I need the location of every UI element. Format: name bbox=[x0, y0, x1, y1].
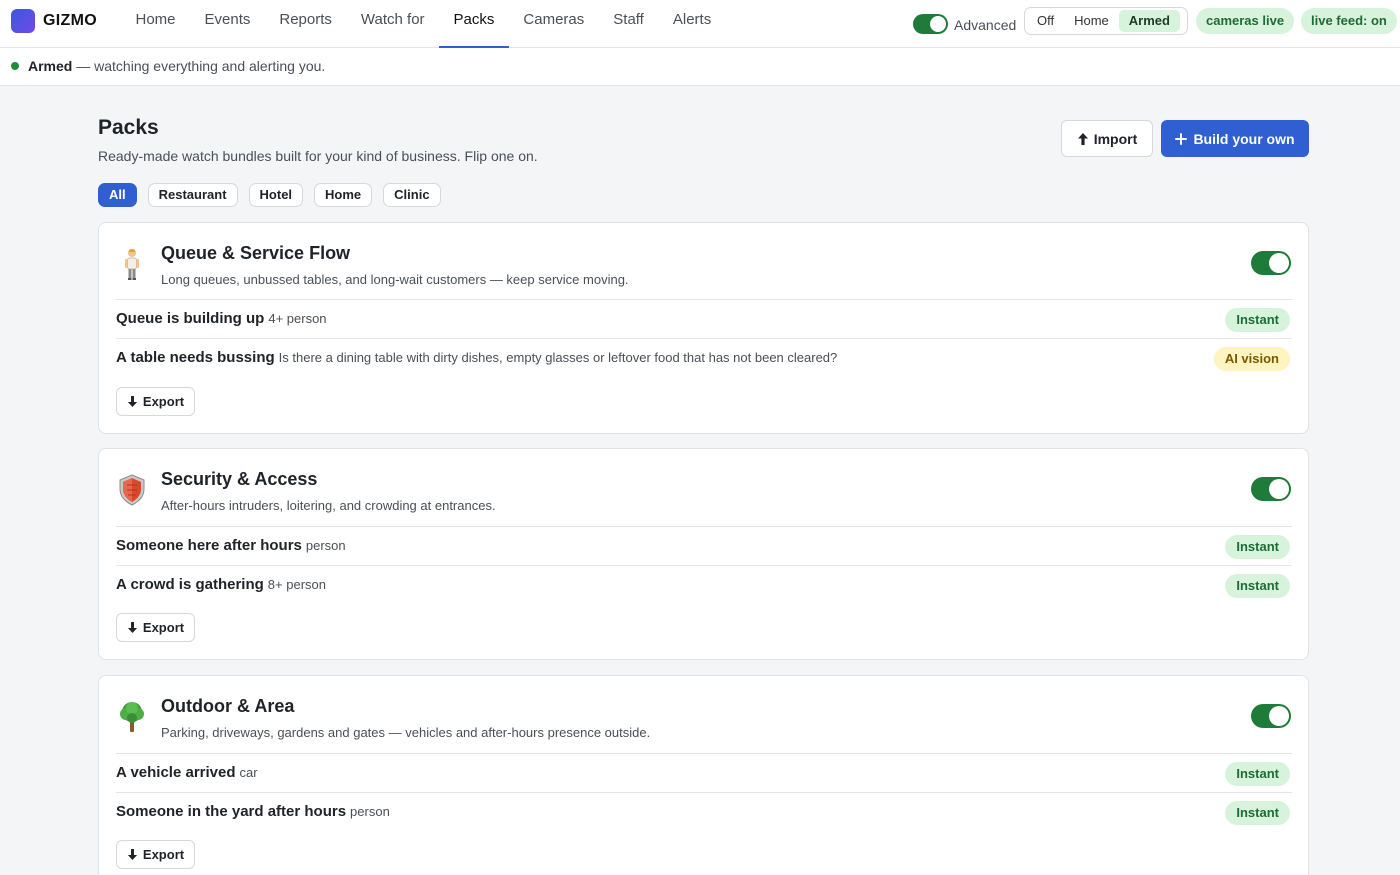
rule-name: A crowd is gathering 8+ person bbox=[116, 576, 326, 593]
tab-staff[interactable]: Staff bbox=[599, 0, 659, 48]
rule-title: A crowd is gathering bbox=[116, 576, 264, 593]
status-message: — watching everything and alerting you. bbox=[76, 58, 326, 74]
rule-badge: AI vision bbox=[1213, 347, 1290, 371]
status-state: Armed bbox=[28, 58, 73, 74]
pack-enabled-toggle[interactable] bbox=[1251, 251, 1291, 275]
rule-detail: car bbox=[239, 765, 258, 780]
rule-title: A table needs bussing bbox=[116, 349, 275, 366]
mode-home[interactable]: Home bbox=[1064, 10, 1119, 32]
page-title: Packs bbox=[98, 116, 159, 139]
mode-selector: Off Home Armed bbox=[1024, 7, 1188, 35]
toggle-knob bbox=[1269, 253, 1289, 273]
rule-detail: Is there a dining table with dirty dishe… bbox=[278, 350, 838, 365]
filter-restaurant[interactable]: Restaurant bbox=[147, 183, 238, 207]
rule-row[interactable]: Someone here after hours person Instant bbox=[116, 526, 1292, 565]
arrow-down-icon bbox=[127, 622, 137, 633]
advanced-toggle-group: Advanced bbox=[913, 14, 1016, 34]
pack-title: Security & Access bbox=[161, 469, 318, 489]
rule-title: Someone in the yard after hours bbox=[116, 803, 347, 820]
build-label: Build your own bbox=[1193, 130, 1295, 147]
rule-name: Someone here after hours person bbox=[116, 537, 346, 554]
rule-detail: 8+ person bbox=[267, 577, 326, 592]
pack-enabled-toggle[interactable] bbox=[1251, 477, 1291, 501]
arrow-down-icon bbox=[127, 396, 137, 407]
rule-badge: Instant bbox=[1225, 308, 1290, 332]
rule-name: A vehicle arrived car bbox=[116, 764, 258, 781]
tab-home[interactable]: Home bbox=[121, 0, 190, 48]
rule-badge: Instant bbox=[1225, 535, 1290, 559]
tab-events[interactable]: Events bbox=[190, 0, 265, 48]
export-label: Export bbox=[142, 847, 185, 862]
pack-card-outdoor-area: Outdoor & Area Parking, driveways, garde… bbox=[98, 675, 1309, 875]
rule-name: A table needs bussing Is there a dining t… bbox=[116, 349, 837, 366]
pack-description: After-hours intruders, loitering, and cr… bbox=[161, 498, 496, 513]
rule-name: Someone in the yard after hours person bbox=[116, 803, 390, 820]
arrow-up-icon bbox=[1077, 132, 1088, 145]
rule-row[interactable]: Someone in the yard after hours person In… bbox=[116, 792, 1292, 831]
rule-detail: person bbox=[305, 538, 346, 553]
tab-watch-for[interactable]: Watch for bbox=[346, 0, 439, 48]
rule-detail: person bbox=[350, 804, 390, 819]
toggle-knob bbox=[930, 16, 946, 32]
mode-off[interactable]: Off bbox=[1027, 10, 1064, 32]
tab-alerts[interactable]: Alerts bbox=[658, 0, 725, 48]
rule-badge: Instant bbox=[1225, 574, 1290, 598]
rule-title: A vehicle arrived bbox=[116, 764, 236, 781]
tab-reports[interactable]: Reports bbox=[265, 0, 347, 48]
export-label: Export bbox=[142, 394, 185, 409]
tab-packs[interactable]: Packs bbox=[439, 0, 509, 48]
import-label: Import bbox=[1093, 130, 1138, 147]
cameras-live-badge: cameras live bbox=[1196, 8, 1295, 34]
status-bar: Armed — watching everything and alerting… bbox=[0, 48, 1400, 86]
export-button[interactable]: Export bbox=[116, 613, 195, 642]
advanced-toggle[interactable] bbox=[913, 14, 948, 34]
rule-row[interactable]: Queue is building up 4+ person Instant bbox=[116, 299, 1292, 338]
shield-icon bbox=[119, 474, 145, 506]
pack-description: Parking, driveways, gardens and gates — … bbox=[161, 725, 651, 740]
rule-badge: Instant bbox=[1225, 801, 1290, 825]
filter-hotel[interactable]: Hotel bbox=[248, 183, 304, 207]
person-standing-icon bbox=[125, 249, 139, 280]
filter-clinic[interactable]: Clinic bbox=[383, 183, 441, 207]
rule-row[interactable]: A vehicle arrived car Instant bbox=[116, 753, 1292, 792]
toggle-knob bbox=[1269, 479, 1289, 499]
live-feed-badge: live feed: on bbox=[1301, 8, 1397, 34]
brand-name: GIZMO bbox=[43, 12, 97, 29]
arrow-down-icon bbox=[127, 849, 137, 860]
rule-name: Queue is building up 4+ person bbox=[116, 310, 327, 327]
filter-home[interactable]: Home bbox=[314, 183, 373, 207]
export-button[interactable]: Export bbox=[116, 387, 195, 416]
filter-all[interactable]: All bbox=[98, 183, 137, 207]
tree-icon bbox=[120, 702, 144, 732]
page-subtitle: Ready-made watch bundles built for your … bbox=[98, 148, 538, 164]
tab-cameras[interactable]: Cameras bbox=[509, 0, 599, 48]
rule-title: Queue is building up bbox=[116, 310, 265, 327]
rule-badge: Instant bbox=[1225, 762, 1290, 786]
top-bar: GIZMO Home Events Reports Watch for Pack… bbox=[0, 0, 1400, 48]
rule-row[interactable]: A crowd is gathering 8+ person Instant bbox=[116, 565, 1292, 604]
export-button[interactable]: Export bbox=[116, 840, 195, 869]
import-button[interactable]: Import bbox=[1061, 120, 1153, 157]
build-your-own-button[interactable]: Build your own bbox=[1161, 120, 1309, 157]
advanced-label: Advanced bbox=[954, 17, 1017, 33]
pack-card-queue-service: Queue & Service Flow Long queues, unbuss… bbox=[98, 222, 1309, 434]
pack-title: Queue & Service Flow bbox=[161, 243, 351, 263]
plus-icon bbox=[1175, 132, 1188, 145]
status-text: Armed — watching everything and alerting… bbox=[28, 58, 325, 74]
export-label: Export bbox=[142, 620, 185, 635]
rule-row[interactable]: A table needs bussing Is there a dining t… bbox=[116, 338, 1292, 377]
logo-icon bbox=[11, 9, 35, 33]
pack-title: Outdoor & Area bbox=[161, 696, 295, 716]
pack-enabled-toggle[interactable] bbox=[1251, 704, 1291, 728]
rule-title: Someone here after hours bbox=[116, 537, 302, 554]
status-dot-icon bbox=[11, 62, 19, 70]
toggle-knob bbox=[1269, 706, 1289, 726]
pack-description: Long queues, unbussed tables, and long-w… bbox=[161, 272, 629, 287]
main-nav: Home Events Reports Watch for Packs Came… bbox=[121, 0, 726, 48]
filter-chips: All Restaurant Hotel Home Clinic bbox=[98, 183, 441, 207]
mode-armed[interactable]: Armed bbox=[1118, 10, 1180, 32]
rule-detail: 4+ person bbox=[268, 311, 327, 326]
pack-card-security-access: Security & Access After-hours intruders,… bbox=[98, 448, 1309, 660]
